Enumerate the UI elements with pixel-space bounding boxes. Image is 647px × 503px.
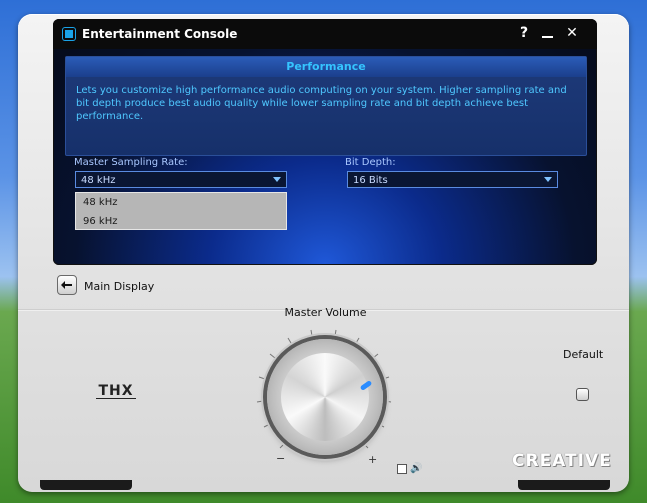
bit-depth-select[interactable]: 16 Bits [347, 171, 558, 188]
chevron-down-icon [273, 177, 281, 182]
mute-checkbox[interactable] [397, 464, 407, 474]
default-button[interactable] [576, 388, 589, 401]
sampling-rate-label: Master Sampling Rate: [74, 157, 188, 168]
speaker-icon: 🔊 [410, 463, 423, 474]
sampling-rate-select[interactable]: 48 kHz [75, 171, 287, 188]
info-text: Lets you customize high performance audi… [76, 85, 567, 122]
window-title: Entertainment Console [82, 27, 238, 41]
master-volume-label: Master Volume [284, 306, 367, 319]
sampling-rate-value: 48 kHz [81, 175, 116, 186]
bit-depth-label: Bit Depth: [345, 157, 396, 168]
master-volume-knob[interactable] [267, 339, 383, 455]
right-foot [518, 480, 610, 490]
left-foot [40, 480, 132, 490]
arrow-left-icon [61, 281, 72, 289]
info-box: Performance Lets you customize high perf… [65, 56, 587, 156]
default-label: Default [563, 348, 604, 361]
thx-logo: THX [96, 384, 136, 399]
thx-wordmark: THX [96, 384, 136, 399]
master-volume-knob-area [250, 322, 400, 472]
help-button[interactable]: ? [516, 25, 532, 41]
app-icon [63, 28, 75, 40]
sampling-rate-dropdown: 48 kHz 96 kHz [75, 192, 287, 230]
knob-face [281, 353, 369, 441]
info-heading: Performance [66, 57, 586, 77]
volume-plus-label: + [368, 453, 378, 466]
volume-minus-label: − [276, 452, 286, 465]
creative-logo: CREATIVE [512, 451, 612, 471]
dropdown-option-96khz[interactable]: 96 kHz [76, 212, 286, 231]
title-bar: Entertainment Console ? ✕ [53, 19, 597, 49]
display-panel: Entertainment Console ? ✕ Performance Le… [53, 19, 597, 265]
chevron-down-icon [544, 177, 552, 182]
close-button[interactable]: ✕ [564, 25, 580, 41]
bit-depth-value: 16 Bits [353, 175, 388, 186]
main-display-button[interactable] [57, 275, 77, 295]
main-display-label[interactable]: Main Display [84, 280, 154, 293]
dropdown-option-48khz[interactable]: 48 kHz [76, 193, 286, 212]
